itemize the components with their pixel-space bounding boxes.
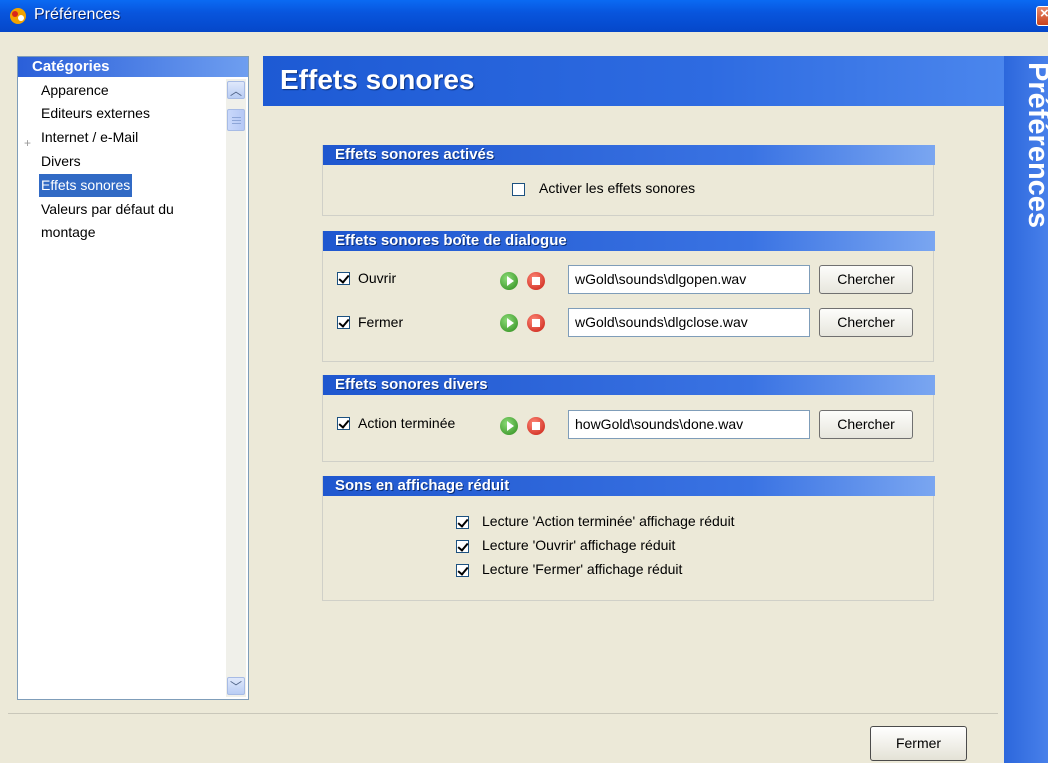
stop-icon[interactable] [527, 417, 545, 435]
group-header-label: Effets sonores activés [335, 146, 495, 163]
footer-divider [8, 713, 998, 714]
stop-icon[interactable] [527, 272, 545, 290]
category-item-valeurs-par-defaut[interactable]: Valeurs par défaut du montage [39, 198, 223, 244]
reduced-open-label: Lecture 'Ouvrir' affichage réduit [482, 537, 676, 553]
category-item-divers[interactable]: Divers [39, 150, 83, 173]
app-icon [10, 8, 26, 24]
open-sound-label: Ouvrir [358, 270, 397, 286]
done-sound-path-field[interactable]: howGold\sounds\done.wav [568, 410, 810, 439]
page-header: Effets sonores [263, 56, 1004, 106]
group-header: Effets sonores activés [323, 145, 935, 165]
scroll-thumb[interactable] [227, 109, 245, 131]
chevron-up-icon: ︿ [230, 84, 243, 98]
group-header: Effets sonores divers [323, 375, 935, 395]
close-icon: × [1040, 5, 1048, 22]
page-title: Effets sonores [280, 64, 475, 95]
group-header: Effets sonores boîte de dialogue [323, 231, 935, 251]
side-banner-label: Préférences [1022, 62, 1048, 229]
scroll-up-button[interactable]: ︿ [227, 81, 245, 99]
expand-plus-icon[interactable]: + [24, 137, 33, 149]
reduced-done-label: Lecture 'Action terminée' affichage rédu… [482, 513, 735, 529]
side-banner: Préférences [1004, 56, 1048, 763]
scroll-down-button[interactable]: ﹀ [227, 677, 245, 695]
reduced-done-checkbox[interactable] [456, 516, 469, 529]
group-header-label: Effets sonores boîte de dialogue [335, 232, 567, 249]
reduced-close-label: Lecture 'Fermer' affichage réduit [482, 561, 683, 577]
close-dialog-button[interactable]: Fermer [870, 726, 967, 761]
group-reduced-view-sounds: Sons en affichage réduit Lecture 'Action… [322, 476, 935, 601]
group-misc-sounds: Effets sonores divers Action terminée ho… [322, 375, 935, 462]
reduced-close-checkbox[interactable] [456, 564, 469, 577]
category-item-internet-email[interactable]: Internet / e-Mail [39, 126, 140, 149]
done-sound-checkbox[interactable] [337, 417, 350, 430]
done-sound-browse-button[interactable]: Chercher [819, 410, 913, 439]
group-header-label: Effets sonores divers [335, 376, 488, 393]
category-item-effets-sonores[interactable]: Effets sonores [39, 174, 133, 197]
group-dialog-sounds: Effets sonores boîte de dialogue Ouvrir … [322, 231, 935, 362]
category-header-label: Catégories [32, 58, 110, 75]
window-title: Préférences [34, 6, 121, 23]
category-header: Catégories [18, 57, 248, 77]
enable-sounds-label: Activer les effets sonores [539, 180, 696, 196]
category-item-editeurs-externes[interactable]: Editeurs externes [39, 102, 152, 125]
title-bar: Préférences × [0, 0, 1048, 32]
category-panel: Catégories Apparence Editeurs externes I… [17, 56, 249, 700]
stop-icon[interactable] [527, 314, 545, 332]
window-close-button[interactable]: × [1036, 5, 1048, 26]
enable-sounds-checkbox[interactable] [512, 183, 525, 196]
close-sound-browse-button[interactable]: Chercher [819, 308, 913, 337]
group-header: Sons en affichage réduit [323, 476, 935, 496]
open-sound-browse-button[interactable]: Chercher [819, 265, 913, 294]
close-sound-label: Fermer [358, 314, 404, 330]
group-sound-enabled: Effets sonores activés Activer les effet… [322, 145, 935, 216]
group-header-label: Sons en affichage réduit [335, 477, 510, 494]
reduced-open-checkbox[interactable] [456, 540, 469, 553]
close-sound-checkbox[interactable] [337, 316, 350, 329]
play-icon[interactable] [500, 314, 518, 332]
done-sound-label: Action terminée [358, 415, 456, 431]
open-sound-path-field[interactable]: wGold\sounds\dlgopen.wav [568, 265, 810, 294]
category-item-apparence[interactable]: Apparence [39, 79, 111, 102]
open-sound-checkbox[interactable] [337, 272, 350, 285]
category-scrollbar[interactable]: ︿ ﹀ [226, 79, 246, 697]
play-icon[interactable] [500, 417, 518, 435]
chevron-down-icon: ﹀ [230, 680, 243, 694]
close-sound-path-field[interactable]: wGold\sounds\dlgclose.wav [568, 308, 810, 337]
play-icon[interactable] [500, 272, 518, 290]
